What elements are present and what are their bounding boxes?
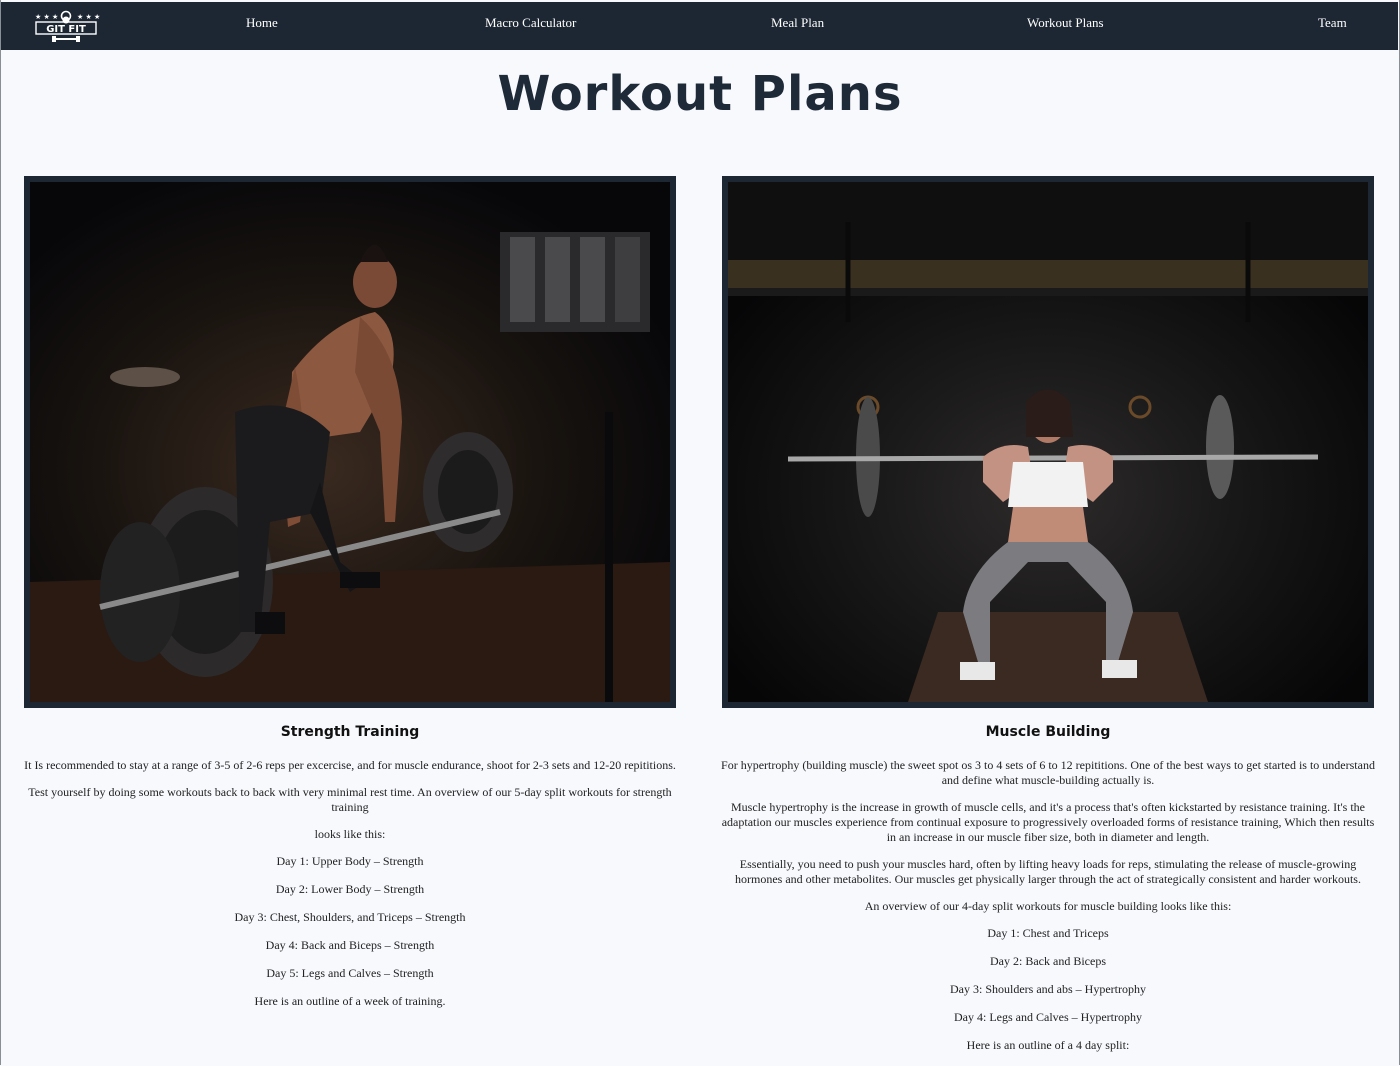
day-item: Day 5: Legs and Calves – Strength: [266, 966, 434, 980]
nav-home-link[interactable]: Home: [246, 15, 278, 31]
overview-continuation: looks like this:: [314, 827, 386, 841]
day-item: Day 1: Chest and Triceps: [987, 926, 1109, 940]
overview-paragraph: Test yourself by doing some workouts bac…: [28, 785, 672, 814]
logo-text: GIT FIT: [46, 24, 86, 35]
day-item: Day 4: Legs and Calves – Hypertrophy: [954, 1010, 1142, 1024]
nav-team-link[interactable]: Team: [1318, 15, 1347, 31]
card-title: Muscle Building: [985, 724, 1111, 740]
gitfit-logo[interactable]: ★ ★ ★ ★ ★ ★ GIT FIT: [31, 8, 101, 44]
svg-text:★ ★ ★: ★ ★ ★: [35, 13, 58, 21]
top-navbar: ★ ★ ★ ★ ★ ★ GIT FIT Home Macro Calculato…: [1, 2, 1398, 50]
hypertrophy-paragraph: Muscle hypertrophy is the increase in gr…: [721, 800, 1375, 844]
logo-graphic: ★ ★ ★ ★ ★ ★ GIT FIT: [35, 10, 100, 42]
day-item: Day 3: Shoulders and abs – Hypertrophy: [950, 982, 1146, 996]
day-item: Day 2: Lower Body – Strength: [275, 882, 425, 896]
day-item: Day 1: Upper Body – Strength: [276, 854, 424, 868]
window-edge-left: [0, 0, 1, 1065]
outline-text: Here is an outline of a week of training…: [254, 994, 446, 1008]
nav-macro-calculator-link[interactable]: Macro Calculator: [485, 15, 576, 31]
outline-text: Here is an outline of a 4 day split:: [966, 1038, 1130, 1052]
nav-meal-plan-link[interactable]: Meal Plan: [771, 15, 824, 31]
deadlift-photo: [24, 176, 676, 708]
intro-paragraph: It Is recommended to stay at a range of …: [24, 758, 676, 772]
day-item: Day 4: Back and Biceps – Strength: [265, 938, 435, 952]
strength-training-card: Strength Training It Is recommended to s…: [24, 176, 676, 1022]
overview-paragraph: An overview of our 4-day split workouts …: [864, 899, 1232, 913]
muscle-building-card: Muscle Building For hypertrophy (buildin…: [721, 176, 1375, 1066]
card-title: Strength Training: [280, 724, 420, 740]
front-squat-photo: [722, 176, 1374, 708]
intro-paragraph: For hypertrophy (building muscle) the sw…: [721, 758, 1375, 787]
day-item: Day 3: Chest, Shoulders, and Triceps – S…: [234, 910, 466, 924]
svg-text:★ ★ ★: ★ ★ ★: [77, 13, 100, 21]
day-item: Day 2: Back and Biceps: [990, 954, 1106, 968]
nav-workout-plans-link[interactable]: Workout Plans: [1027, 15, 1104, 31]
essentially-paragraph: Essentially, you need to push your muscl…: [735, 857, 1361, 886]
page-title: Workout Plans: [497, 66, 903, 122]
